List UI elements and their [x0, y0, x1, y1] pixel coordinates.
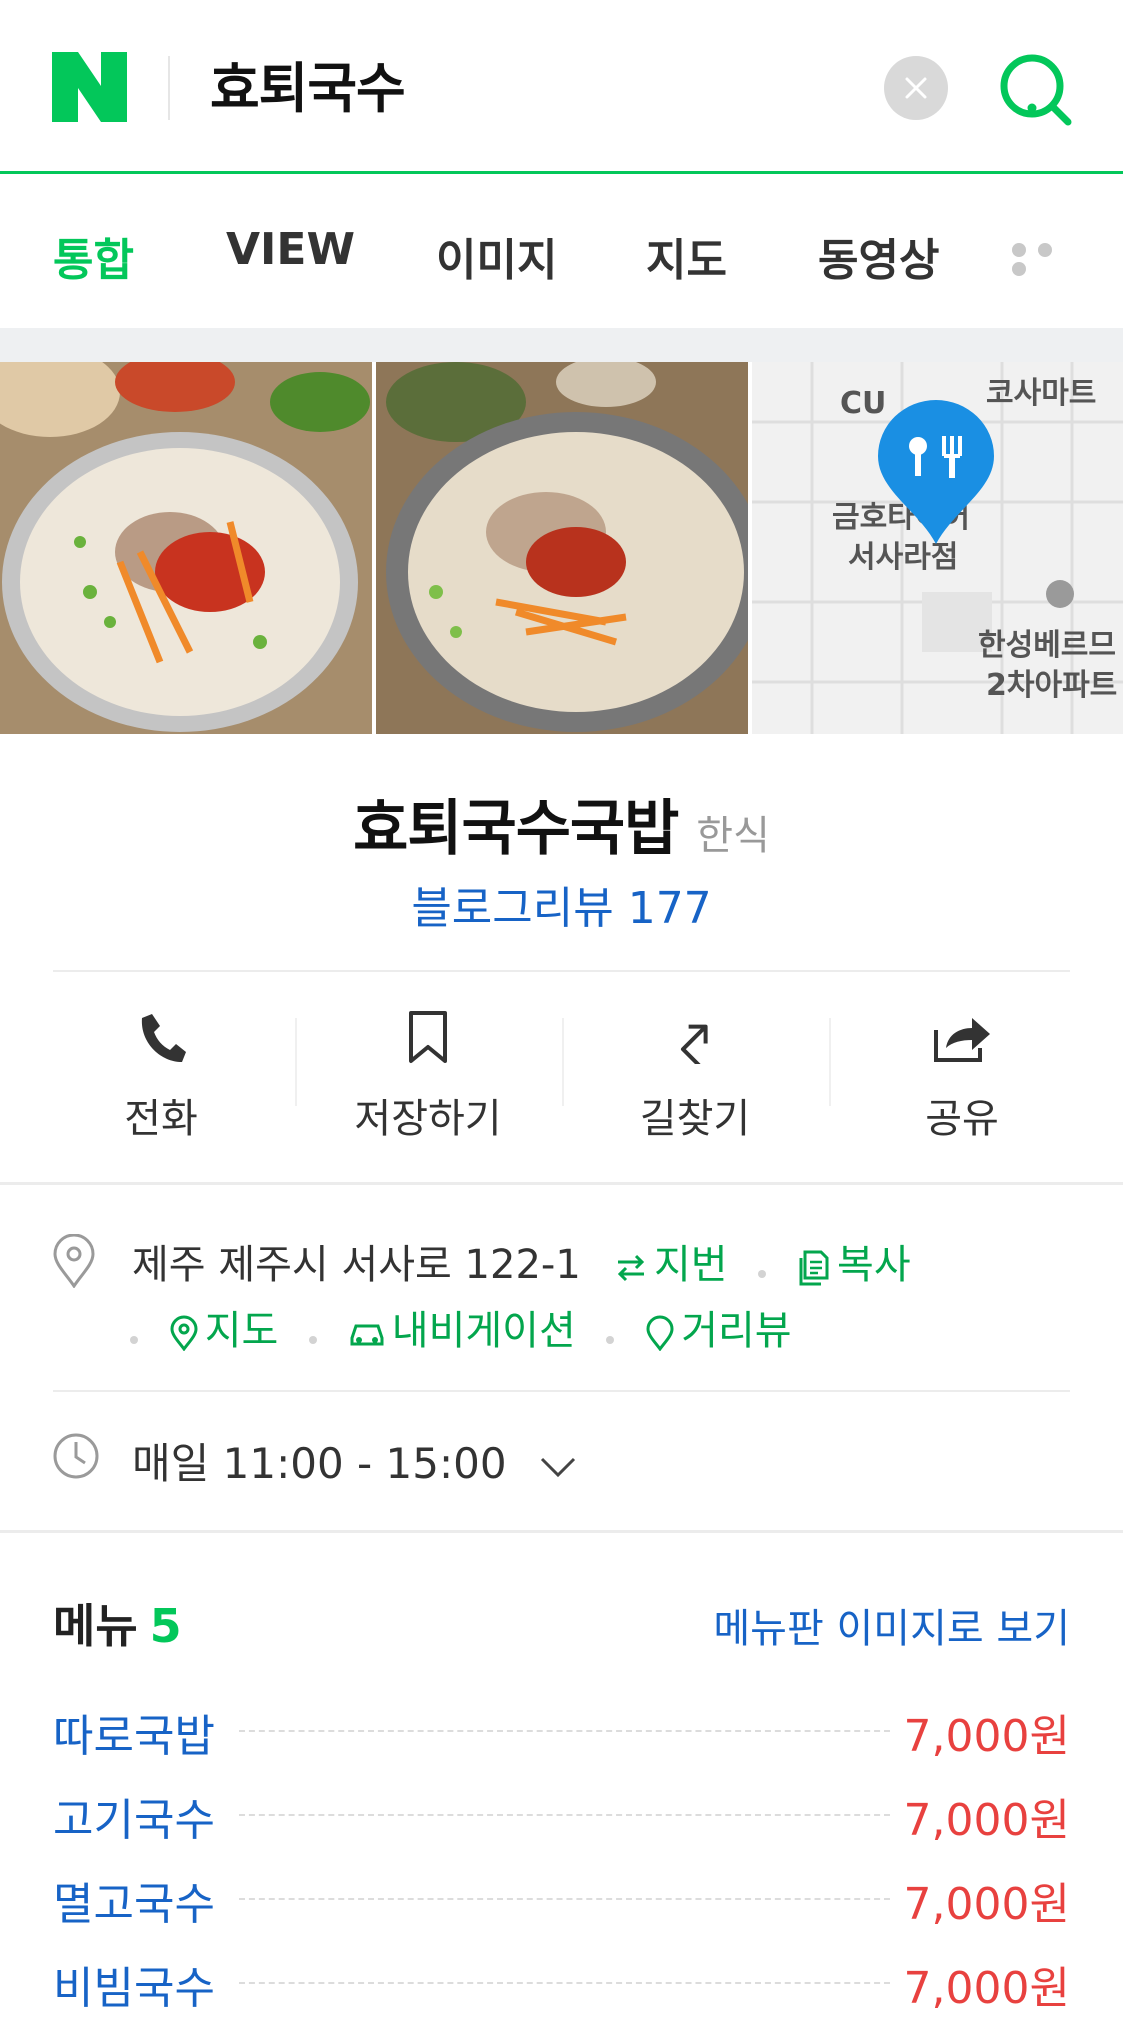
map-thumbnail[interactable]: CU 코사마트 금호타이어 서사라점 한성베르므 2차아파트: [752, 362, 1123, 734]
menu-item-price: 7,000원: [889, 1700, 1070, 1764]
call-label: 전화: [124, 1096, 198, 1142]
separator-dot: [606, 1335, 615, 1344]
navigation-label: 내비게이션: [391, 1308, 576, 1354]
share-button[interactable]: 공유: [829, 972, 1095, 1182]
menu-leader-line: [239, 1730, 890, 1732]
menu-section-title: 메뉴 5: [53, 1590, 182, 1656]
map-pin-icon: [878, 400, 994, 544]
phone-icon: [141, 1014, 186, 1062]
tab-map[interactable]: 지도: [646, 224, 727, 288]
save-button[interactable]: 저장하기: [295, 972, 561, 1182]
menu-item-price: 7,000원: [889, 1868, 1070, 1932]
search-tabs: 통합 VIEW 이미지 지도 동영상: [0, 174, 1123, 328]
divider: [0, 1530, 1123, 1533]
swap-icon: [617, 1254, 645, 1282]
copy-label: 복사: [837, 1242, 911, 1288]
more-tabs-button[interactable]: [1012, 242, 1088, 276]
map-pin-small-icon: [170, 1315, 198, 1351]
menu-item-price: 7,000원: [889, 1952, 1070, 2016]
call-button[interactable]: 전화: [28, 972, 294, 1182]
separator-dot: [309, 1335, 318, 1344]
food-photo-2[interactable]: [376, 362, 748, 734]
address-links: 지번 복사: [614, 1232, 911, 1290]
menu-count: 5: [149, 1599, 182, 1653]
bookmark-icon: [409, 1011, 447, 1063]
menu-item[interactable]: 비빔국수 7,000원: [53, 1952, 1070, 2016]
blog-review-link[interactable]: 블로그리뷰 177: [0, 872, 1123, 936]
place-actions: 전화 저장하기 길찾기 공유: [0, 972, 1123, 1182]
streetview-label: 거리뷰: [681, 1308, 792, 1354]
jibun-link[interactable]: 지번: [614, 1242, 740, 1288]
directions-button[interactable]: 길찾기: [562, 972, 828, 1182]
search-query[interactable]: 효퇴국수: [210, 44, 406, 123]
tab-video[interactable]: 동영상: [818, 224, 939, 288]
share-label: 공유: [925, 1096, 999, 1142]
food-photo-1[interactable]: [0, 362, 372, 734]
directions-icon: [680, 1024, 708, 1064]
tab-view[interactable]: VIEW: [226, 224, 355, 275]
menu-item-name[interactable]: 비빔국수: [53, 1952, 235, 2016]
search-divider: [168, 56, 170, 120]
clock-icon: [53, 1433, 99, 1479]
menu-title-label: 메뉴: [53, 1599, 138, 1653]
separator-dot: [758, 1269, 767, 1278]
menu-item[interactable]: 고기국수 7,000원: [53, 1784, 1070, 1848]
menu-item[interactable]: 따로국밥 7,000원: [53, 1700, 1070, 1764]
menu-item[interactable]: 멸고국수 7,000원: [53, 1868, 1070, 1932]
menu-leader-line: [239, 1898, 890, 1900]
map-label-apt: 한성베르므: [978, 628, 1116, 663]
section-divider: [0, 328, 1123, 362]
search-bar: 효퇴국수: [0, 0, 1123, 174]
menu-leader-line: [239, 1982, 890, 1984]
business-hours[interactable]: 매일 11:00 - 15:00: [132, 1430, 576, 1491]
map-label-apt-2: 2차아파트: [986, 668, 1118, 703]
divider: [0, 1182, 1123, 1185]
location-pin-icon: [53, 1234, 95, 1288]
map-link-label: 지도: [204, 1308, 279, 1354]
separator-dot: [130, 1335, 138, 1344]
menu-item-price: 7,000원: [889, 1784, 1070, 1848]
place-photos: CU 코사마트 금호타이어 서사라점 한성베르므 2차아파트: [0, 362, 1123, 734]
close-icon: [905, 77, 927, 99]
car-icon: [350, 1324, 384, 1346]
directions-label: 길찾기: [639, 1096, 751, 1142]
search-icon[interactable]: [996, 48, 1076, 128]
copy-icon: [799, 1250, 829, 1286]
tab-integrated[interactable]: 통합: [53, 224, 134, 288]
streetview-icon: [646, 1315, 674, 1351]
menu-item-name[interactable]: 고기국수: [53, 1784, 235, 1848]
map-label-mart: 코사마트: [986, 376, 1097, 411]
address-links-2: 지도 내비게이션 거리뷰: [126, 1298, 792, 1356]
navigation-link[interactable]: 내비게이션: [335, 1308, 588, 1354]
hours-text: 매일 11:00 - 15:00: [132, 1439, 507, 1488]
address-text: 제주 제주시 서사로 122-1: [132, 1242, 581, 1288]
map-link[interactable]: 지도: [156, 1308, 291, 1354]
jibun-label: 지번: [654, 1242, 728, 1288]
naver-logo[interactable]: [52, 52, 127, 122]
chevron-down-icon: [540, 1457, 575, 1477]
place-title-row: 효퇴국수국밥 한식: [0, 780, 1123, 867]
share-icon: [934, 1018, 990, 1062]
menu-item-name[interactable]: 따로국밥: [53, 1700, 235, 1764]
streetview-link[interactable]: 거리뷰: [632, 1308, 792, 1354]
divider: [53, 1390, 1070, 1392]
tab-images[interactable]: 이미지: [436, 224, 557, 288]
menu-item-name[interactable]: 멸고국수: [53, 1868, 235, 1932]
place-name[interactable]: 효퇴국수국밥: [353, 794, 679, 864]
save-label: 저장하기: [354, 1096, 502, 1142]
copy-address-link[interactable]: 복사: [784, 1242, 911, 1288]
clear-search-button[interactable]: [884, 56, 948, 120]
menu-image-link[interactable]: 메뉴판 이미지로 보기: [713, 1596, 1070, 1654]
place-category: 한식: [696, 813, 770, 859]
menu-leader-line: [239, 1814, 890, 1816]
